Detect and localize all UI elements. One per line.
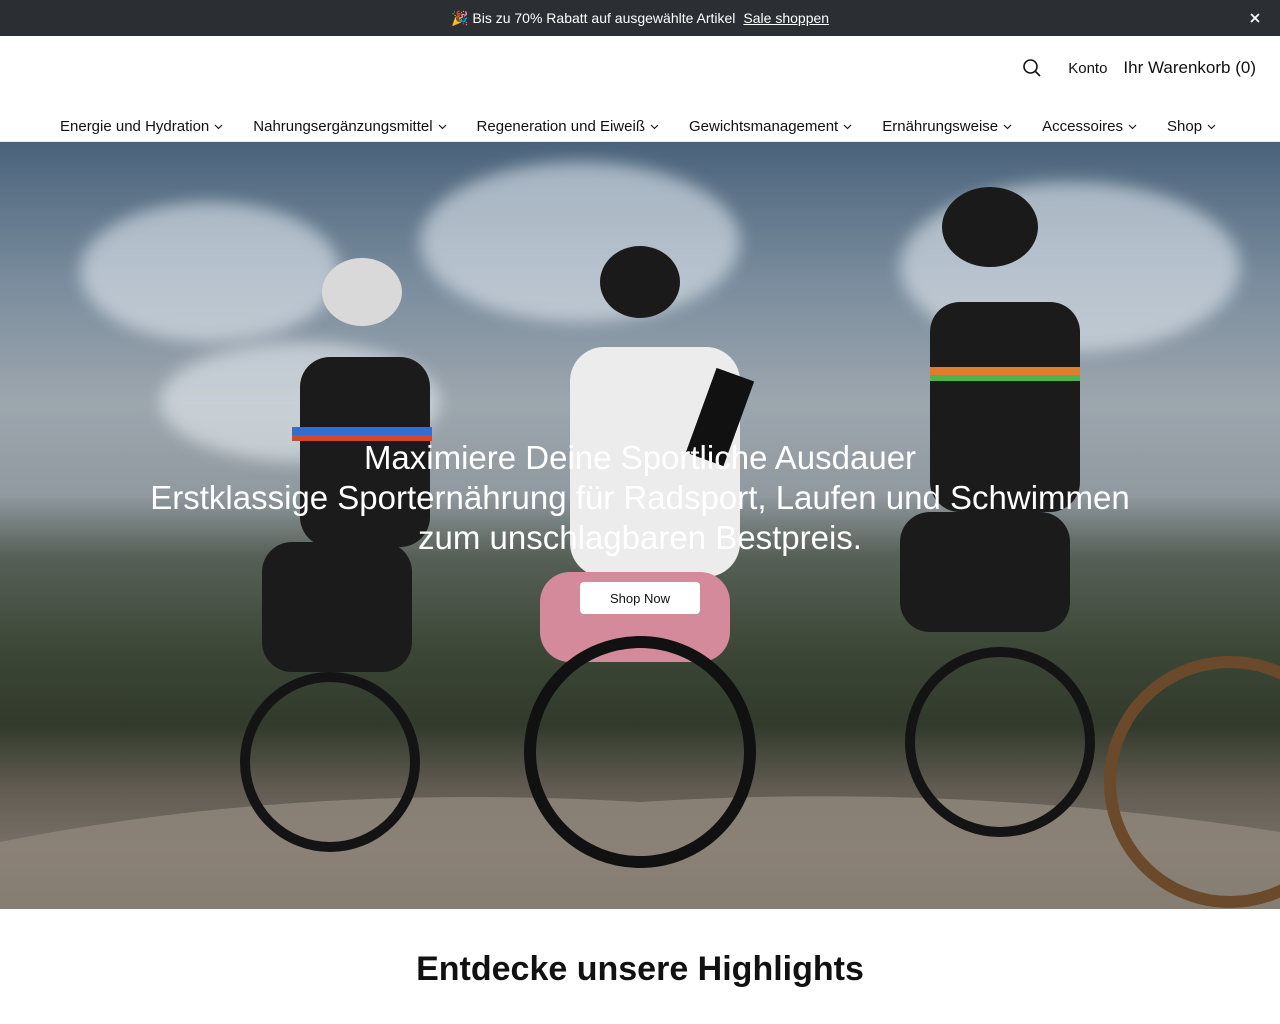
chevron-down-icon bbox=[438, 122, 447, 131]
sale-shop-link[interactable]: Sale shoppen bbox=[743, 10, 829, 26]
hero-subtitle-line2: zum unschlagbaren Bestpreis. bbox=[418, 519, 862, 556]
hero-banner: Maximiere Deine Sportliche Ausdauer Erst… bbox=[0, 142, 1280, 909]
nav-item-nahrungsergaenzung[interactable]: Nahrungsergänzungsmittel bbox=[253, 118, 446, 135]
announcement-bar: 🎉 Bis zu 70% Rabatt auf ausgewählte Arti… bbox=[0, 0, 1280, 36]
site-header: Konto Ihr Warenkorb (0) Energie und Hydr… bbox=[0, 36, 1280, 142]
nav-item-label: Nahrungsergänzungsmittel bbox=[253, 117, 433, 135]
nav-item-accessoires[interactable]: Accessoires bbox=[1042, 118, 1137, 135]
hero-text: Maximiere Deine Sportliche Ausdauer Erst… bbox=[0, 438, 1280, 558]
nav-item-label: Ernährungsweise bbox=[882, 117, 999, 135]
nav-item-label: Energie und Hydration bbox=[60, 117, 210, 135]
chevron-down-icon bbox=[1128, 122, 1137, 131]
close-icon[interactable] bbox=[1246, 9, 1264, 27]
nav-item-label: Accessoires bbox=[1042, 117, 1123, 135]
nav-item-gewicht[interactable]: Gewichtsmanagement bbox=[689, 118, 852, 135]
nav-item-label: Gewichtsmanagement bbox=[688, 117, 839, 135]
nav-item-shop[interactable]: Shop bbox=[1167, 118, 1216, 135]
shop-now-button[interactable]: Shop Now bbox=[580, 582, 700, 614]
main-nav: Energie und Hydration Nahrungsergänzungs… bbox=[0, 110, 1280, 142]
highlights-title: Entdecke unsere Highlights bbox=[416, 950, 864, 988]
chevron-down-icon bbox=[214, 122, 223, 131]
header-actions: Konto Ihr Warenkorb (0) bbox=[1020, 56, 1256, 80]
chevron-down-icon bbox=[1003, 122, 1012, 131]
nav-item-label: Shop bbox=[1167, 117, 1203, 135]
chevron-down-icon bbox=[1207, 122, 1216, 131]
nav-item-ernaehrung[interactable]: Ernährungsweise bbox=[882, 118, 1012, 135]
cart-link[interactable]: Ihr Warenkorb (0) bbox=[1123, 58, 1256, 78]
nav-item-energie[interactable]: Energie und Hydration bbox=[60, 118, 223, 135]
chevron-down-icon bbox=[650, 122, 659, 131]
account-link[interactable]: Konto bbox=[1068, 60, 1107, 77]
search-icon[interactable] bbox=[1020, 56, 1044, 80]
hero-subtitle-line1: Erstklassige Sporternährung für Radsport… bbox=[150, 479, 1130, 516]
hero-title: Maximiere Deine Sportliche Ausdauer bbox=[363, 439, 917, 476]
chevron-down-icon bbox=[843, 122, 852, 131]
nav-item-label: Regeneration und Eiweiß bbox=[476, 117, 645, 135]
announcement-text: Bis zu 70% Rabatt auf ausgewählte Artike… bbox=[472, 10, 736, 26]
party-popper-icon: 🎉 bbox=[450, 9, 469, 26]
nav-item-regeneration[interactable]: Regeneration und Eiweiß bbox=[477, 118, 659, 135]
